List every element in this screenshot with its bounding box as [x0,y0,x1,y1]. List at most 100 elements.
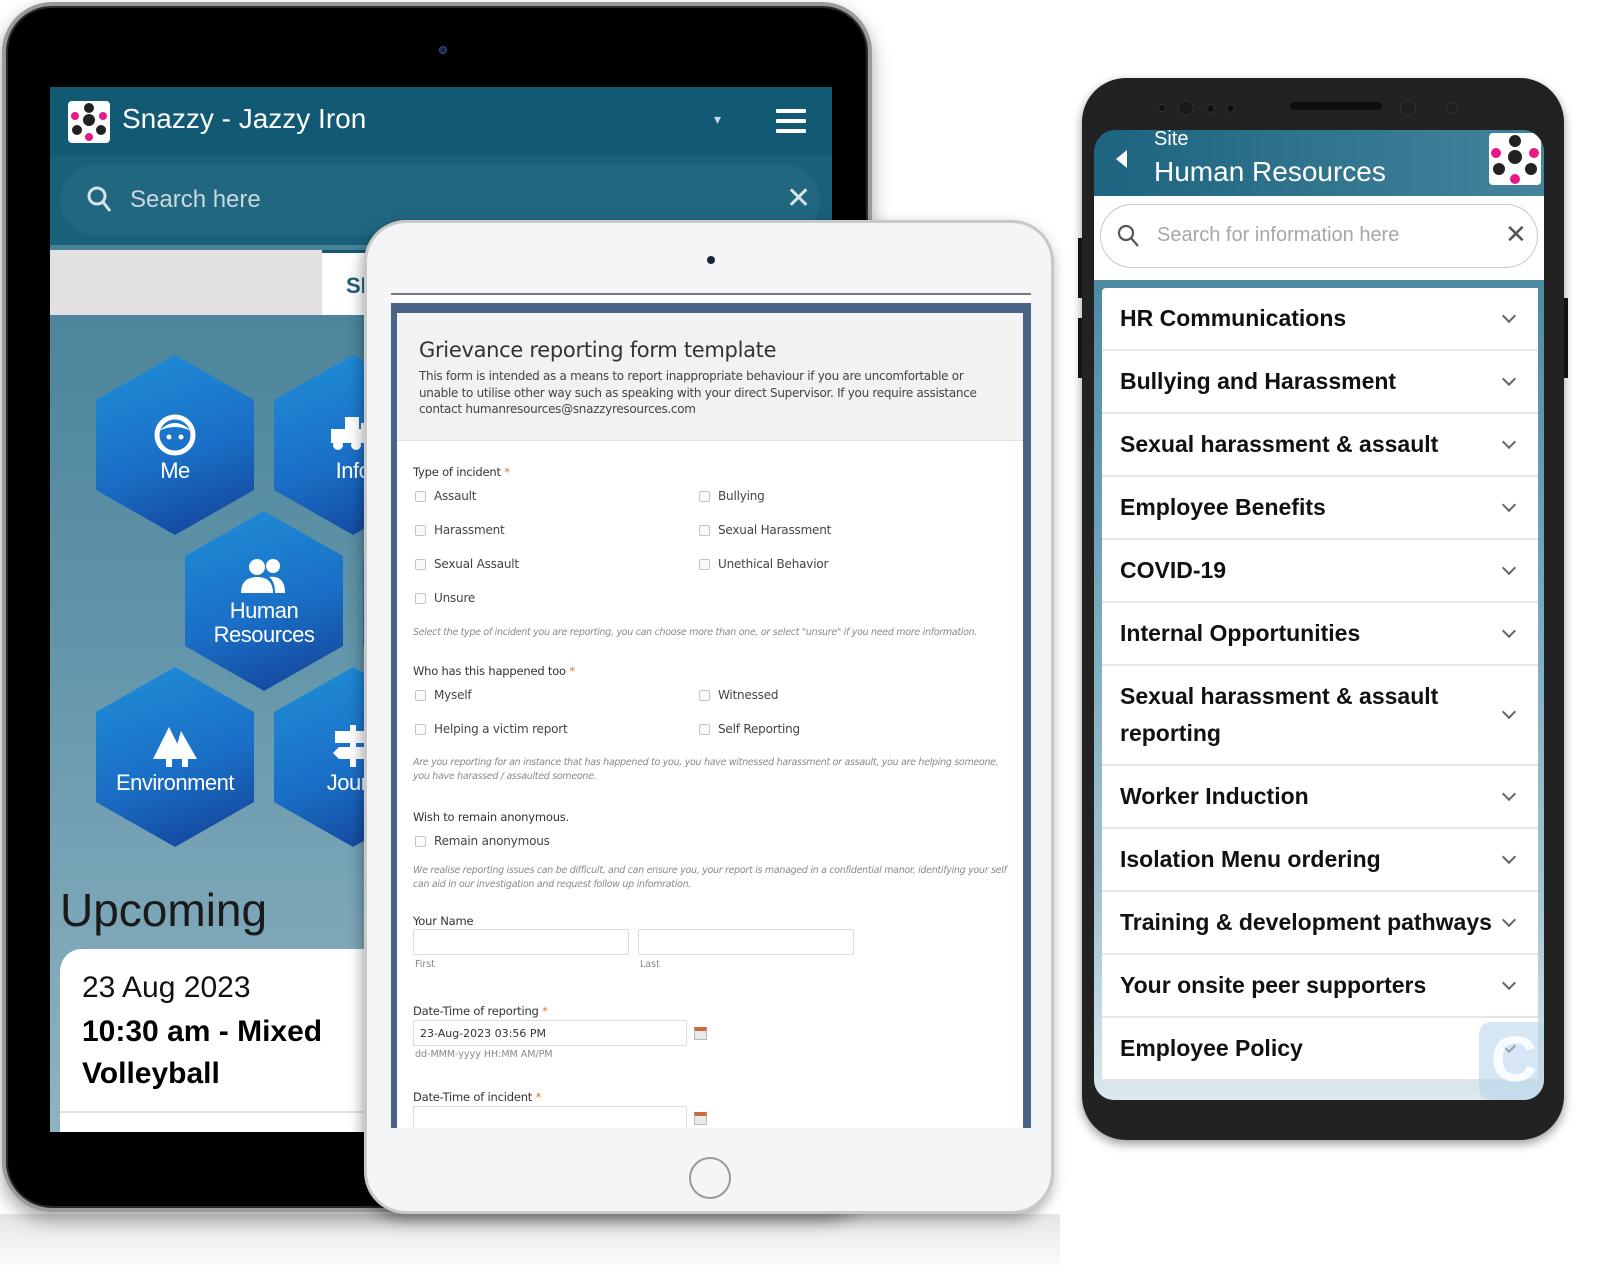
tile-label: Human Resources [213,598,315,647]
event-title: 10:30 am - Mixed Volleyball [82,1015,323,1090]
menu-item[interactable]: Worker Induction [1102,766,1538,829]
menu-item-label: Employee Policy [1120,1035,1303,1061]
camera [707,256,715,264]
phone: Site Human Resources Search for informat… [1078,78,1568,1140]
menu-item-label: Sexual harassment & assault [1120,431,1439,457]
tablet-form: Grievance reporting form template This f… [364,220,1054,1214]
clear-search-icon[interactable]: ✕ [1505,219,1527,250]
checkbox-helping-victim[interactable]: Helping a victim report [415,722,568,736]
anonymous-hint: We realise reporting issues can be diffi… [413,865,1007,890]
tile-label: Environment [115,770,235,795]
last-name-input[interactable] [638,929,854,955]
chevron-down-icon[interactable] [1501,434,1517,449]
chevron-down-icon[interactable] [1501,704,1517,720]
front-camera [1178,100,1194,116]
checkbox-harassment[interactable]: Harassment [415,523,505,537]
chevron-down-icon[interactable] [1501,560,1517,575]
face-icon [96,413,254,457]
checkbox-myself[interactable]: Myself [415,688,472,702]
tile-me[interactable]: Me [96,355,254,535]
form-header: Grievance reporting form template This f… [397,313,1023,441]
menu-item-label: Sexual harassment & assault reporting [1120,683,1439,746]
chevron-down-icon[interactable] [1501,497,1517,512]
tablet-form-screen: Grievance reporting form template This f… [391,293,1031,1128]
clear-search-icon[interactable]: ✕ [786,181,811,216]
date-reporting-label: Date-Time of reporting * [413,1004,548,1018]
page-title: Human Resources [1154,156,1386,187]
menu-item[interactable]: Training & development pathways [1102,892,1538,955]
event-card[interactable]: 23 Aug 2023 10:30 am - Mixed Volleyball [60,949,390,1132]
menu-item-label: HR Communications [1120,305,1347,331]
checkbox-unsure[interactable]: Unsure [415,591,475,605]
search-placeholder: Search for information here [1157,224,1400,246]
phone-search-area: Search for information here ✕ [1094,196,1544,280]
site-dropdown-caret-icon[interactable]: ▾ [714,111,721,128]
menu-item[interactable]: Sexual harassment & assault reporting [1102,666,1538,766]
form-title: Grievance reporting form template [419,338,777,362]
phone-search-input[interactable]: Search for information here ✕ [1100,204,1538,268]
power-button [1564,298,1568,378]
checkbox-assault[interactable]: Assault [415,489,477,503]
date-reporting-input[interactable] [413,1020,687,1046]
grievance-form: Grievance reporting form template This f… [397,313,1023,1128]
menu-item[interactable]: Employee Benefits [1102,477,1538,540]
home-button[interactable] [689,1157,731,1199]
menu-item[interactable]: Sexual harassment & assault [1102,414,1538,477]
sensor [1206,104,1215,113]
calendar-icon[interactable] [694,1027,707,1040]
menu-item-label: Worker Induction [1120,783,1309,809]
first-name-input[interactable] [413,929,629,955]
app-title: Snazzy - Jazzy Iron [122,103,367,134]
calendar-icon[interactable] [694,1112,707,1125]
menu-item-label: Employee Benefits [1120,494,1326,520]
chevron-down-icon[interactable] [1501,786,1517,801]
checkbox-self-reporting[interactable]: Self Reporting [699,722,800,736]
checkbox-witnessed[interactable]: Witnessed [699,688,779,702]
sensor [1226,104,1235,113]
app-badge-icon: C [1479,1022,1544,1100]
event-date: 23 Aug 2023 [82,971,251,1004]
checkbox-sexual-assault[interactable]: Sexual Assault [415,557,519,571]
app-logo-icon [1489,133,1541,185]
chevron-down-icon[interactable] [1501,849,1517,864]
chevron-down-icon[interactable] [1501,308,1517,323]
menu-item[interactable]: Bullying and Harassment [1102,351,1538,414]
checkbox-bullying[interactable]: Bullying [699,489,765,503]
checkbox-sexual-harassment[interactable]: Sexual Harassment [699,523,831,537]
date-format-hint: dd-MMM-yyyy HH:MM AM/PM [415,1049,553,1060]
incident-type-hint: Select the type of incident you are repo… [413,627,978,638]
menu-item[interactable]: Your onsite peer supporters [1102,955,1538,1018]
search-placeholder: Search here [130,186,261,213]
volume-button [1078,318,1082,378]
menu-item[interactable]: HR Communications [1102,288,1538,351]
date-incident-label: Date-Time of incident * [413,1090,542,1104]
first-sublabel: First [415,959,435,970]
chevron-down-icon[interactable] [1501,371,1517,386]
search-icon [87,186,112,212]
hamburger-menu-icon[interactable] [776,109,806,133]
menu-item[interactable]: Internal Opportunities [1102,603,1538,666]
tile-human-resources[interactable]: Human Resources [185,511,343,691]
who-hint: Are you reporting for an instance that h… [413,757,999,782]
checkbox-unethical-behavior[interactable]: Unethical Behavior [699,557,828,571]
back-icon[interactable] [1116,150,1127,168]
menu-item[interactable]: Isolation Menu ordering [1102,829,1538,892]
menu-item[interactable]: Employee Policy [1102,1018,1538,1081]
chevron-down-icon[interactable] [1501,975,1517,990]
chevron-down-icon[interactable] [1501,623,1517,638]
upcoming-heading: Upcoming [60,884,268,936]
menu-item-label: Internal Opportunities [1120,620,1361,646]
phone-header: Site Human Resources [1094,130,1544,196]
site-label: Site [1154,130,1189,150]
tile-environment[interactable]: Environment [96,667,254,847]
checkbox-remain-anonymous[interactable]: Remain anonymous [415,834,550,848]
menu-item[interactable]: COVID-19 [1102,540,1538,603]
speaker-grille [1290,102,1382,110]
chevron-down-icon[interactable] [1501,912,1517,927]
name-label: Your Name [413,914,474,928]
hr-menu-list: HR Communications Bullying and Harassment… [1102,288,1538,1081]
date-incident-input[interactable] [413,1106,687,1128]
search-icon [1117,224,1139,247]
app-header: Snazzy - Jazzy Iron ▾ [50,87,832,155]
sensor [1158,104,1166,112]
